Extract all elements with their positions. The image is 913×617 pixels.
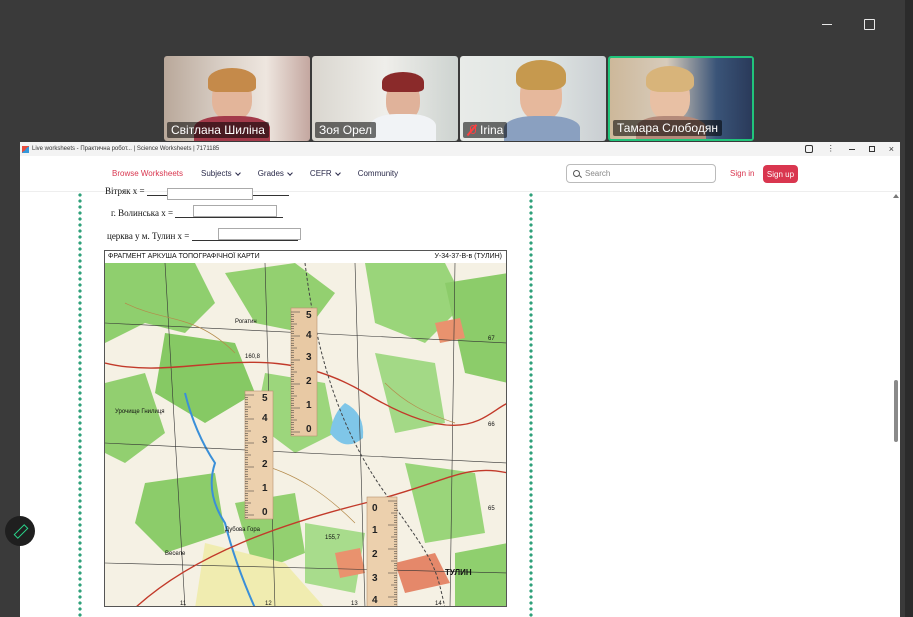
- map-title: ФРАГМЕНТ АРКУША ТОПОГРАФІЧНОЇ КАРТИ: [108, 253, 260, 260]
- nav-browse-worksheets[interactable]: Browse Worksheets: [112, 169, 183, 178]
- ruler-2[interactable]: 0 1 2 3 4 5: [244, 390, 274, 520]
- question-label: г. Волинська х =: [111, 208, 174, 218]
- ruler-number: 1: [306, 400, 312, 411]
- map-label: Урочище Гнилиця: [115, 409, 165, 415]
- maximize-icon[interactable]: [858, 14, 880, 34]
- answer-input[interactable]: [193, 205, 277, 217]
- ruler-number: 3: [306, 352, 312, 363]
- nav-community[interactable]: Community: [358, 169, 398, 178]
- browser-minimize-icon[interactable]: [849, 149, 855, 150]
- site-favicon-icon: [22, 145, 29, 153]
- participant-name: Зоя Орел: [315, 122, 377, 138]
- dotted-border: [77, 192, 83, 617]
- map-image: 67 66 65 11 12 13 14 160,8 155,7 ТУЛИН Р…: [105, 263, 506, 607]
- nav-cefr[interactable]: CEFR: [310, 169, 341, 178]
- topographic-map: ФРАГМЕНТ АРКУША ТОПОГРАФІЧНОЇ КАРТИ У-34…: [104, 250, 507, 607]
- ruler-number: 4: [262, 413, 268, 424]
- scroll-up-icon[interactable]: [893, 194, 899, 198]
- grid-label: 12: [265, 601, 272, 607]
- ruler-number: 1: [262, 483, 268, 494]
- participant-tile[interactable]: Зоя Орел: [312, 56, 458, 141]
- answer-input[interactable]: [218, 228, 301, 240]
- zoom-meeting-window: Світлана Шиліна Зоя Орел Irina Тамара Сл…: [0, 0, 913, 617]
- question-label: Вітряк х =: [105, 186, 145, 196]
- pencil-icon: [13, 524, 27, 538]
- map-label: Дубова Гора: [225, 527, 261, 533]
- ruler-number: 0: [306, 424, 312, 435]
- map-label: Рогатин: [235, 319, 257, 325]
- ruler-number: 0: [372, 503, 378, 514]
- nav-subjects[interactable]: Subjects: [201, 169, 241, 178]
- ruler-number: 0: [262, 507, 268, 518]
- ruler-number: 4: [372, 595, 378, 606]
- browser-restore-icon[interactable]: [868, 146, 875, 152]
- grid-label: 67: [488, 336, 495, 342]
- shared-browser-window: Live worksheets - Практична робот... | S…: [20, 142, 900, 617]
- grid-label: 14: [435, 601, 442, 607]
- map-label: Веселе: [165, 551, 186, 557]
- more-menu-icon[interactable]: ⋮: [827, 145, 835, 153]
- map-label: 155,7: [325, 535, 341, 541]
- page-scrollbar[interactable]: [892, 192, 900, 617]
- map-label: ТУЛИН: [445, 568, 472, 577]
- grid-label: 65: [488, 506, 495, 512]
- participant-tile[interactable]: Світлана Шиліна: [164, 56, 310, 141]
- extension-icon[interactable]: [804, 145, 813, 153]
- participant-tile-speaking[interactable]: Тамара Слободян: [608, 56, 754, 141]
- sign-in-link[interactable]: Sign in: [730, 169, 754, 178]
- participant-name: Світлана Шиліна: [167, 122, 269, 138]
- ruler-number: 1: [372, 525, 378, 536]
- search-placeholder: Search: [585, 169, 611, 178]
- grid-label: 66: [488, 422, 495, 428]
- chevron-down-icon: [287, 169, 293, 176]
- muted-mic-icon: [467, 124, 477, 136]
- ruler-number: 3: [372, 573, 378, 584]
- participant-tile[interactable]: Irina: [460, 56, 606, 141]
- ruler-number: 2: [262, 459, 268, 470]
- grid-label: 11: [180, 601, 187, 607]
- question-label: церква у м. Тулин х =: [107, 231, 190, 241]
- minimize-icon[interactable]: [816, 14, 838, 34]
- map-label: 160,8: [245, 354, 261, 360]
- annotate-button[interactable]: [5, 516, 35, 546]
- ruler-number: 2: [372, 549, 378, 560]
- ruler-1[interactable]: 0 1 2 3 4 5: [290, 307, 318, 437]
- grid-label: 13: [351, 601, 358, 607]
- participant-name: Irina: [463, 122, 508, 138]
- ruler-number: 2: [306, 376, 312, 387]
- window-edge: [905, 0, 913, 617]
- tab-title: Live worksheets - Практична робот... | S…: [32, 146, 220, 152]
- chevron-down-icon: [234, 169, 241, 176]
- scroll-thumb[interactable]: [894, 380, 898, 442]
- participant-strip: Світлана Шиліна Зоя Орел Irina Тамара Сл…: [164, 56, 754, 141]
- ruler-number: 5: [262, 393, 268, 404]
- worksheet-page: Вітряк х = г. Волинська х = церква у м. …: [77, 186, 535, 617]
- answer-input[interactable]: [167, 188, 253, 200]
- dotted-border: [528, 192, 534, 617]
- ruler-number: 5: [306, 310, 312, 321]
- browser-close-icon[interactable]: ×: [889, 144, 894, 154]
- ruler-3[interactable]: 0 1 2 3 4: [366, 496, 398, 607]
- nav-grades[interactable]: Grades: [258, 169, 293, 178]
- ruler-number: 4: [306, 330, 312, 341]
- ruler-number: 3: [262, 435, 268, 446]
- participant-name: Тамара Слободян: [613, 120, 722, 136]
- search-icon: [573, 170, 580, 177]
- sign-up-button[interactable]: Sign up: [763, 165, 798, 183]
- chevron-down-icon: [334, 169, 341, 176]
- search-input[interactable]: Search: [566, 164, 716, 183]
- map-sheet-code: У-34-37-В-в (ТУЛИН): [434, 253, 502, 260]
- browser-title-bar: Live worksheets - Практична робот... | S…: [20, 142, 900, 156]
